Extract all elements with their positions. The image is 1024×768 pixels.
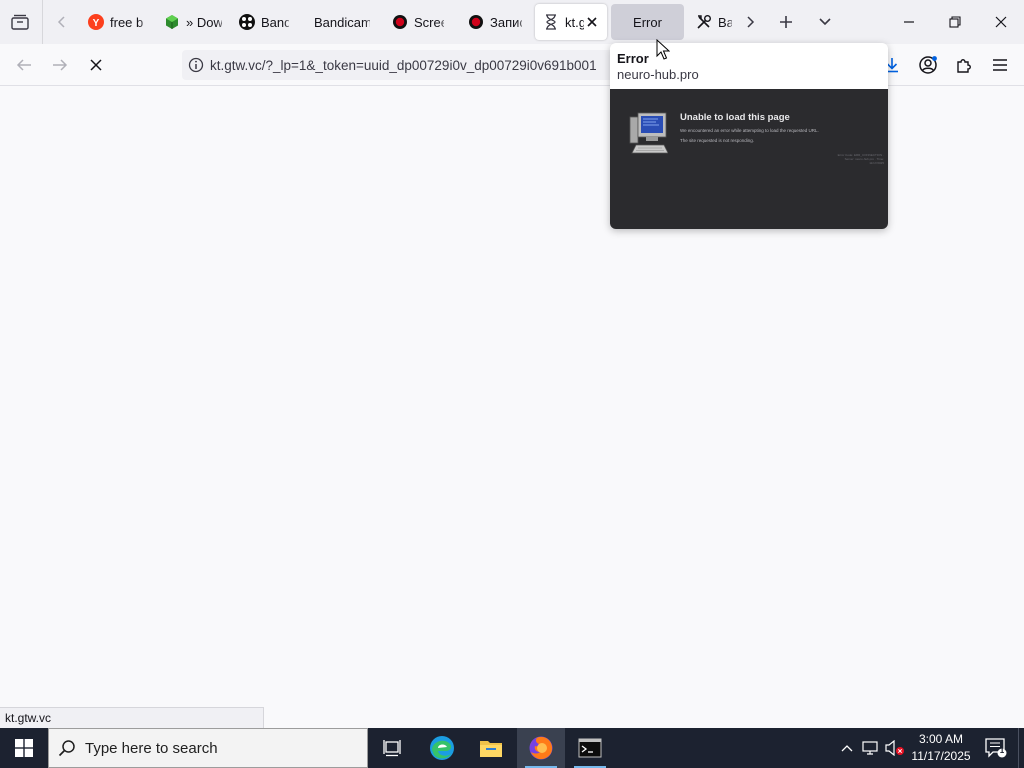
speaker-muted-icon (885, 740, 904, 756)
extensions-button[interactable] (948, 49, 980, 81)
scroll-tabs-left-button[interactable] (48, 6, 76, 38)
puzzle-icon (957, 59, 971, 73)
firefox-icon (529, 736, 553, 760)
tab-screen[interactable]: Scree (384, 4, 452, 40)
arrow-right-icon (53, 59, 68, 71)
tab-kt-gtw-active[interactable]: kt.g (535, 4, 607, 40)
clock-time: 3:00 AM (918, 732, 964, 746)
site-info-icon[interactable] (182, 57, 210, 73)
tab-zapis[interactable]: Запис (460, 4, 530, 40)
task-view-button[interactable] (368, 728, 416, 768)
app-menu-button[interactable] (984, 49, 1016, 81)
preview-error-meta: Error Code: ERR_CONNECTION · Server: neu… (837, 153, 884, 165)
preview-host: neuro-hub.pro (617, 67, 699, 82)
stop-loading-button[interactable] (80, 49, 112, 81)
preview-title: Error (617, 51, 649, 66)
minimize-icon (904, 21, 914, 23)
hamburger-menu-icon (993, 59, 1007, 71)
tab-strip: Y free b » Dow Bandi Bandicam (0, 0, 1024, 44)
account-button[interactable] (912, 49, 944, 81)
tab-list-icon (11, 14, 29, 30)
windows-taskbar: Type here to search 3:00 AM 11/17/2025 1 (0, 728, 1024, 768)
firefox-app-button[interactable] (517, 728, 565, 768)
url-bar[interactable]: kt.gtw.vc/?_lp=1&_token=uuid_dp00729i0v_… (182, 50, 622, 80)
new-tab-button[interactable] (770, 6, 802, 38)
taskbar-clock[interactable]: 3:00 AM 11/17/2025 (906, 731, 976, 765)
back-button[interactable] (8, 49, 40, 81)
task-view-icon (383, 740, 401, 757)
record-icon (392, 14, 408, 30)
tab-label: kt.g (565, 14, 585, 30)
terminal-app-button[interactable] (566, 728, 614, 768)
windows-logo-icon (15, 739, 33, 757)
chevron-up-icon (841, 745, 853, 752)
notification-center-button[interactable]: 1 (978, 728, 1014, 768)
yandex-icon: Y (88, 14, 104, 30)
preview-error-heading: Unable to load this page (680, 112, 790, 123)
hourglass-icon (543, 14, 559, 30)
restore-icon (949, 16, 961, 28)
tab-list-button[interactable] (4, 6, 36, 38)
record-icon (468, 14, 484, 30)
plus-icon (780, 16, 792, 28)
tab-downloads[interactable]: » Dow (156, 4, 230, 40)
chevron-right-icon (747, 16, 755, 28)
tools-icon (696, 14, 712, 30)
clock-date: 11/17/2025 (911, 749, 971, 763)
chevron-down-icon (819, 18, 831, 26)
close-icon (90, 59, 102, 71)
chevron-left-icon (57, 16, 65, 28)
mouse-cursor-icon (656, 39, 670, 60)
close-icon (995, 16, 1007, 28)
green-cube-icon (164, 14, 180, 30)
computer-error-icon (629, 112, 668, 154)
preview-error-text: The site requested is not responding. (680, 138, 755, 143)
strip-divider (42, 0, 43, 44)
close-icon (587, 17, 597, 27)
svg-text:Y: Y (93, 18, 100, 29)
network-icon (862, 741, 878, 755)
show-desktop-button[interactable] (1018, 728, 1024, 768)
restore-button[interactable] (932, 0, 978, 44)
tab-bar[interactable]: Bar (688, 4, 740, 40)
preview-thumbnail: Unable to load this page We encountered … (610, 89, 888, 229)
close-tab-button[interactable] (584, 14, 599, 30)
edge-app-button[interactable] (418, 728, 466, 768)
network-tray-button[interactable] (860, 728, 882, 768)
tab-free-b[interactable]: Y free b (80, 4, 152, 40)
taskbar-search-box[interactable]: Type here to search (48, 728, 368, 768)
search-icon (49, 739, 85, 757)
edge-icon (430, 736, 454, 760)
tab-bandicam-1[interactable]: Bandi (231, 4, 297, 40)
terminal-icon (578, 738, 602, 758)
search-placeholder: Type here to search (85, 739, 218, 757)
folder-icon (480, 741, 502, 757)
preview-error-text: We encountered an error while attempting… (680, 128, 819, 133)
browser-window: Y free b » Dow Bandi Bandicam (0, 0, 1024, 768)
tab-label: Bandicam (314, 14, 370, 30)
status-link-preview: kt.gtw.vc (0, 707, 264, 728)
show-hidden-icons-button[interactable] (836, 728, 858, 768)
bandicam-icon (239, 14, 255, 30)
forward-button[interactable] (44, 49, 76, 81)
arrow-left-icon (16, 59, 31, 71)
volume-tray-button[interactable] (884, 728, 906, 768)
notification-count-badge: 1 (999, 746, 1005, 755)
start-button[interactable] (0, 728, 48, 768)
tab-bandicam-2[interactable]: Bandicam (306, 4, 378, 40)
tab-label: Error (633, 14, 662, 30)
list-all-tabs-button[interactable] (809, 6, 841, 38)
scroll-tabs-right-button[interactable] (734, 6, 766, 38)
account-icon (919, 56, 937, 74)
minimize-button[interactable] (886, 0, 932, 44)
tab-hover-preview: Error neuro-hub.pro Unable to load this … (610, 43, 888, 229)
close-window-button[interactable] (978, 0, 1024, 44)
file-explorer-app-button[interactable] (467, 728, 515, 768)
tab-error[interactable]: Error (611, 4, 684, 40)
url-text: kt.gtw.vc/?_lp=1&_token=uuid_dp00729i0v_… (210, 57, 597, 73)
